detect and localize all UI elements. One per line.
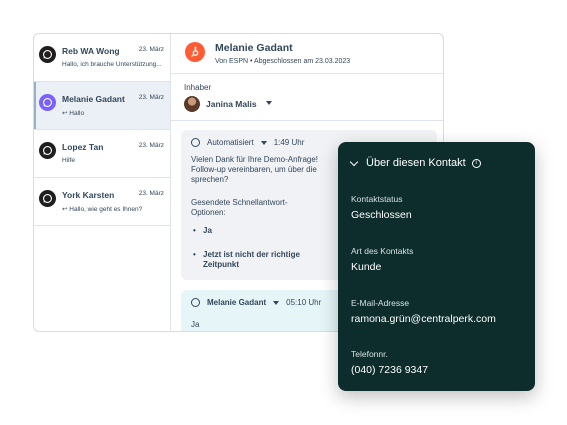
info-icon[interactable]: i [471,158,481,168]
whatsapp-icon [39,190,56,207]
conversation-preview: Hallo, ich brauche Unterstützung... [62,61,162,68]
conversation-item[interactable]: Reb WA Wong 23. März Hallo, ich brauche … [34,34,170,82]
conversation-item[interactable]: York Karsten 23. März ↩ Hallo, wie geht … [34,178,170,226]
field-label: Telefonnr. [351,349,388,359]
field-label: Kontaktstatus [351,194,403,204]
conversation-name: Lopez Tan [62,142,104,152]
message-time: 1:49 Uhr [273,138,305,147]
field-label: Art des Kontakts [351,246,414,256]
panel-header[interactable]: Über diesen Kontakt i [349,157,481,169]
chevron-down-icon[interactable] [349,157,359,166]
owner-label: Inhaber [184,83,212,92]
message-body: Ja [191,320,200,329]
contact-info-panel: Über diesen Kontakt i Kontaktstatus Gesc… [338,142,535,391]
panel-title: Über diesen Kontakt [366,157,466,169]
whatsapp-icon [39,46,56,63]
message-header: Melanie Gadant 05:10 Uhr [191,298,321,307]
conversation-date: 23. März [138,142,164,149]
conversation-subtitle: Von ESPN • Abgeschlossen am 23.03.2023 [215,58,351,65]
conversation-date: 23. März [138,46,164,53]
hubspot-logo-icon [185,42,205,62]
message-sender: Melanie Gadant [207,298,267,307]
sender-dropdown-icon[interactable] [260,140,267,145]
conversation-item-active[interactable]: Melanie Gadant 23. März ↩ Hallo [34,82,170,130]
field-label: E-Mail-Adresse [351,298,410,308]
conversation-list: Reb WA Wong 23. März Hallo, ich brauche … [34,34,171,331]
conversation-item[interactable]: Lopez Tan 23. März Hilfe [34,130,170,178]
divider [171,120,443,121]
owner-name[interactable]: Janina Malis [206,99,257,109]
whatsapp-icon [39,142,56,159]
conversation-date: 23. März [138,190,164,197]
whatsapp-icon [191,138,200,147]
owner-dropdown-caret-icon[interactable] [266,101,272,105]
field-value: Geschlossen [351,209,412,221]
conversation-name: Melanie Gadant [62,94,125,104]
field-value: Kunde [351,261,382,273]
field-value[interactable]: (040) 7236 9347 [351,364,428,376]
field-value[interactable]: ramona.grün@centralperk.com [351,313,496,325]
sender-dropdown-icon[interactable] [273,300,280,305]
conversation-preview: Hilfe [62,157,76,164]
message-body: Vielen Dank für Ihre Demo-Anfrage! Follo… [191,155,319,184]
message-header: Automatisiert 1:49 Uhr [191,138,304,147]
whatsapp-icon [191,298,200,307]
conversation-preview: ↩ Hallo [62,110,85,117]
message-sender: Automatisiert [207,138,254,147]
conversation-preview: ↩ Hallo, wie geht es Ihnen? [62,206,143,213]
conversation-name: York Karsten [62,190,115,200]
message-time: 05:10 Uhr [286,298,322,307]
contact-name[interactable]: Melanie Gadant [215,42,293,54]
conversation-date: 23. März [138,94,164,101]
conversation-header: Melanie Gadant Von ESPN • Abgeschlossen … [171,34,443,74]
quick-reply-label: Gesendete Schnellantwort-Optionen: [191,198,288,217]
owner-avatar [184,96,200,112]
conversation-name: Reb WA Wong [62,46,120,56]
whatsapp-icon [39,94,56,111]
